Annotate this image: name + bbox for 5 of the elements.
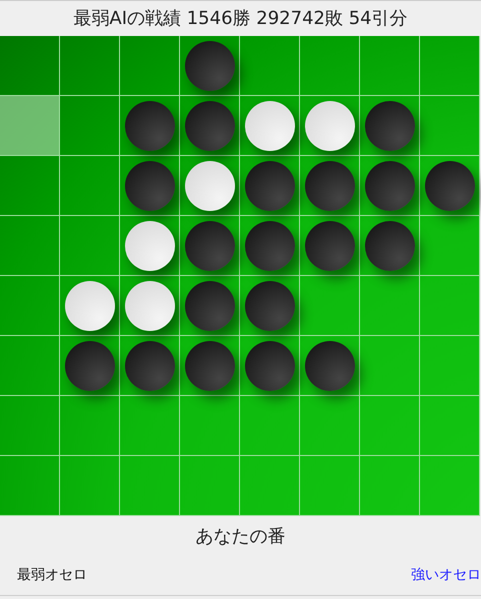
game-link[interactable]: 最弱オセロ: [17, 565, 87, 586]
score-title: 最弱AIの戦績 1546勝 292742敗 54引分: [73, 7, 408, 31]
hint-cell[interactable]: [0, 96, 60, 156]
turn-status: あなたの番: [196, 524, 286, 548]
game-link[interactable]: 強いオセロ: [411, 565, 481, 586]
